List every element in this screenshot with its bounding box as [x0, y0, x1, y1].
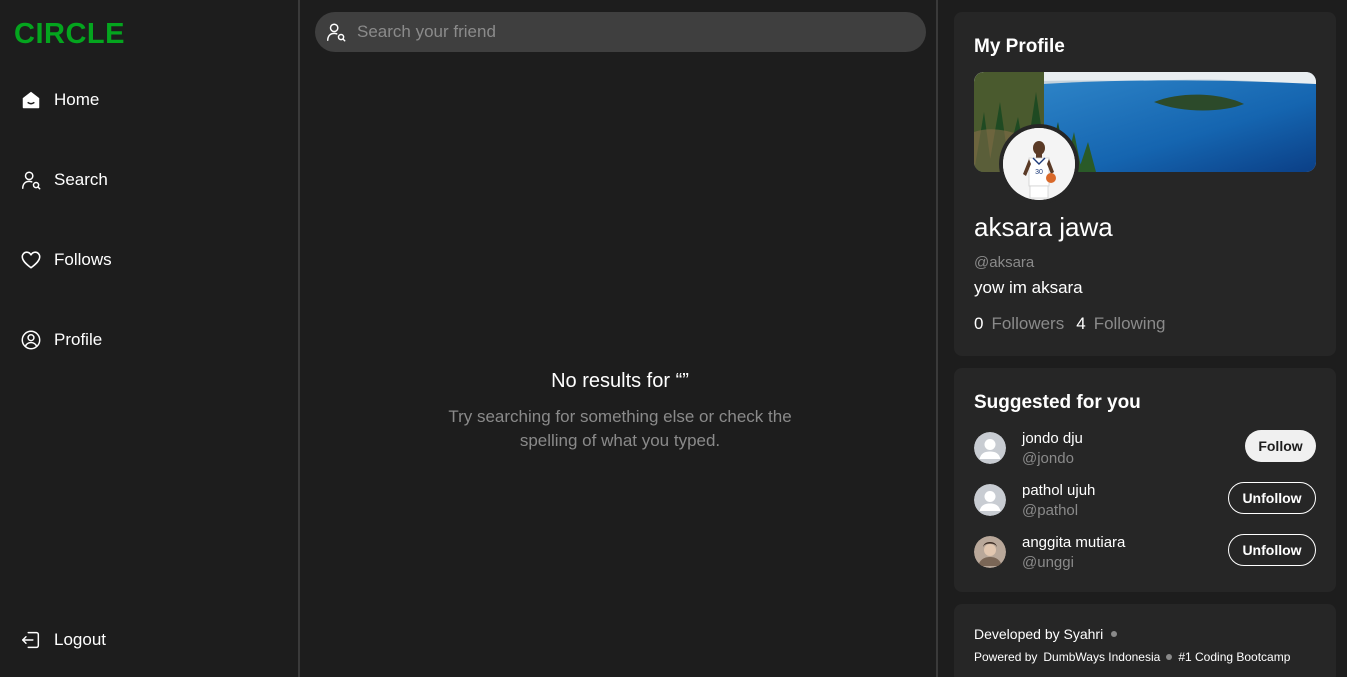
- unfollow-button[interactable]: Unfollow: [1228, 534, 1316, 566]
- sidebar-item-follows[interactable]: Follows: [20, 248, 112, 272]
- photo-avatar[interactable]: [974, 536, 1006, 568]
- powered-by-org[interactable]: DumbWays Indonesia: [1043, 650, 1160, 664]
- logout-icon: [20, 629, 42, 651]
- suggested-user-handle: @jondo: [1022, 450, 1074, 467]
- sidebar-item-label: Profile: [54, 330, 103, 349]
- profile-avatar[interactable]: 30: [999, 124, 1079, 204]
- default-avatar-icon[interactable]: [974, 432, 1006, 464]
- suggested-user: pathol ujuh @pathol Unfollow: [974, 482, 1316, 520]
- user-search-icon: [20, 169, 42, 191]
- suggested-user-handle: @pathol: [1022, 502, 1079, 519]
- empty-state-title: No results for “”: [551, 370, 689, 392]
- followers-count: 0: [974, 314, 984, 333]
- profile-stats: 0 Followers 4 Following: [974, 314, 1170, 334]
- sidebar-item-profile[interactable]: Profile: [20, 328, 102, 352]
- profile-name: aksara jawa: [974, 212, 1113, 242]
- sidebar: CIRCLE Home Search Follows Profile Logou…: [0, 0, 300, 677]
- my-profile-title: My Profile: [974, 36, 1065, 57]
- following-count: 4: [1076, 314, 1086, 333]
- empty-state-subtitle: Try searching for something else or chec…: [448, 407, 792, 450]
- sidebar-item-search[interactable]: Search: [20, 168, 108, 192]
- developed-by-text: Developed by Syahri: [974, 626, 1104, 642]
- user-search-icon: [325, 21, 347, 43]
- suggested-user: anggita mutiara @unggi Unfollow: [974, 534, 1316, 572]
- footer-credits: Developed by Syahri: [974, 626, 1118, 642]
- follow-button[interactable]: Follow: [1245, 430, 1316, 462]
- sidebar-item-label: Follows: [54, 250, 112, 269]
- separator-dot: [1111, 631, 1118, 637]
- home-icon: [20, 89, 42, 111]
- suggested-user-handle: @unggi: [1022, 554, 1074, 571]
- logout-label: Logout: [54, 630, 106, 649]
- profile-bio: yow im aksara: [974, 278, 1083, 297]
- sidebar-item-label: Search: [54, 170, 108, 189]
- user-circle-icon: [20, 329, 42, 351]
- suggested-user: jondo dju @jondo Follow: [974, 430, 1316, 468]
- separator-dot: [1166, 654, 1173, 660]
- heart-icon: [20, 249, 42, 271]
- suggested-user-name: pathol ujuh: [1022, 482, 1096, 499]
- search-input[interactable]: [357, 22, 926, 42]
- sidebar-item-label: Home: [54, 90, 100, 109]
- suggested-title: Suggested for you: [974, 392, 1141, 413]
- search-bar[interactable]: [315, 12, 926, 52]
- default-avatar-icon[interactable]: [974, 484, 1006, 516]
- following-label[interactable]: Following: [1094, 314, 1166, 334]
- logout-button[interactable]: Logout: [20, 628, 106, 652]
- followers-label[interactable]: Followers: [991, 314, 1064, 334]
- footer-card: Developed by Syahri Powered by DumbWays …: [954, 604, 1336, 677]
- suggested-user-name: anggita mutiara: [1022, 534, 1126, 551]
- suggested-card: Suggested for you jondo dju @jondo Follo…: [954, 368, 1336, 592]
- footer-powered: Powered by DumbWays Indonesia #1 Coding …: [974, 650, 1290, 664]
- powered-by-label: Powered by: [974, 650, 1038, 664]
- tagline-text: #1 Coding Bootcamp: [1178, 650, 1291, 664]
- suggested-user-name: jondo dju: [1022, 430, 1083, 447]
- my-profile-card: My Profile 30 aksara jawa @aksara yow im…: [954, 12, 1336, 356]
- profile-handle: @aksara: [974, 254, 1035, 271]
- svg-text:30: 30: [1035, 169, 1043, 176]
- unfollow-button[interactable]: Unfollow: [1228, 482, 1316, 514]
- main-content: No results for “” Try searching for some…: [302, 0, 938, 677]
- empty-state: No results for “” Try searching for some…: [302, 370, 938, 453]
- sidebar-item-home[interactable]: Home: [20, 88, 99, 112]
- app-logo[interactable]: CIRCLE: [14, 18, 125, 51]
